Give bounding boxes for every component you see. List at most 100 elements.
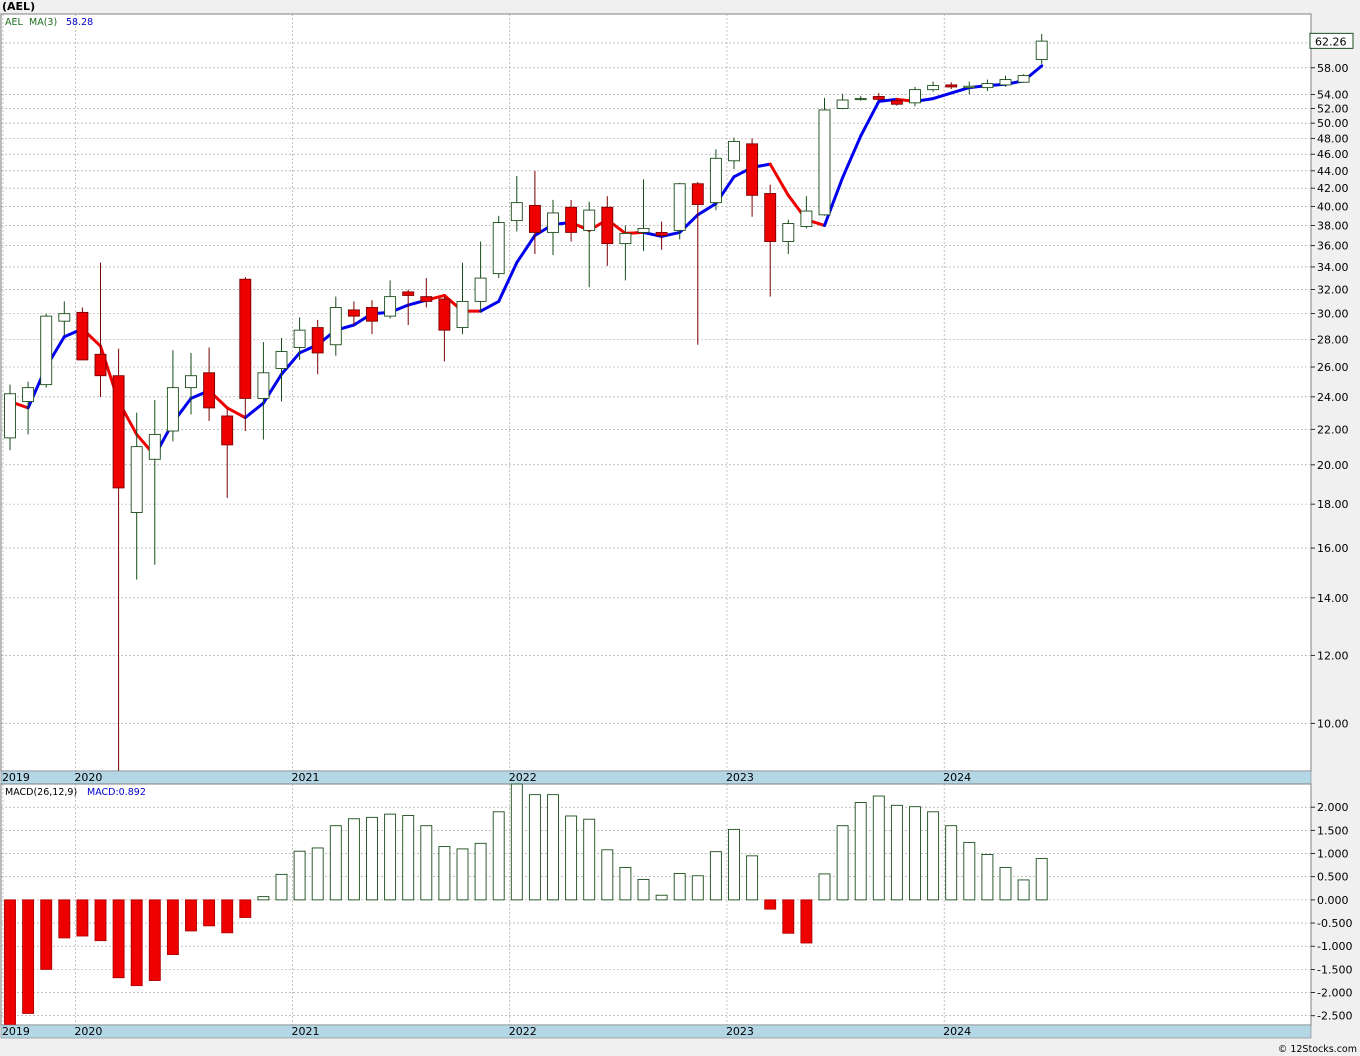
candle-body <box>492 222 505 275</box>
macd-bar <box>601 849 614 901</box>
price-tick-label: 22.00 <box>1317 423 1349 436</box>
candle-body <box>872 96 885 100</box>
candle-body <box>166 387 179 432</box>
macd-bar <box>872 795 885 901</box>
macd-bar <box>890 804 903 901</box>
candle-body <box>94 353 107 377</box>
price-tick-label: 38.00 <box>1317 219 1349 232</box>
macd-bar <box>528 794 541 901</box>
price-tick-label: 44.00 <box>1317 165 1349 178</box>
candle-body <box>583 209 596 231</box>
macd-bar <box>963 841 976 901</box>
candle-body <box>456 300 469 329</box>
candle-body <box>22 387 35 402</box>
macd-x-tick-label: 2020 <box>74 1025 102 1038</box>
macd-bar <box>293 850 306 901</box>
candle-body <box>58 313 71 322</box>
macd-bar <box>728 828 740 901</box>
price-tick-label: 40.00 <box>1317 200 1349 213</box>
price-x-tick-label: 2019 <box>2 771 30 784</box>
macd-bar <box>130 899 143 987</box>
macd-bar <box>329 825 342 901</box>
macd-bar <box>474 842 487 901</box>
price-tick-label: 58.00 <box>1317 62 1349 75</box>
macd-bar <box>565 815 578 901</box>
price-tick-label: 18.00 <box>1317 498 1349 511</box>
candle-body <box>836 99 849 109</box>
last-price-tag: 62.26 <box>1309 32 1354 49</box>
candle <box>1017 74 1030 83</box>
candle-body <box>890 100 903 105</box>
price-y-axis: 10.00 12.00 14.00 16.00 18.00 20.00 22.00 24.00… <box>1311 37 1349 730</box>
candle-body <box>148 433 161 460</box>
candle-body <box>764 193 777 242</box>
macd-bar <box>402 815 415 901</box>
candle-body <box>854 98 867 101</box>
chart-title: (AEL) <box>2 0 35 13</box>
candle-body <box>637 227 650 233</box>
candle-body <box>510 202 523 222</box>
candle-body <box>565 206 578 233</box>
candle-body <box>402 291 415 296</box>
candle-body <box>673 183 686 231</box>
candle-body <box>963 85 976 89</box>
macd-bar <box>492 811 505 901</box>
candle-body <box>293 329 306 348</box>
last-price-label: 62.26 <box>1315 35 1347 48</box>
candle-body <box>40 315 53 386</box>
macd-bar <box>673 872 686 901</box>
candle-body <box>927 85 940 91</box>
macd-bar <box>945 825 958 901</box>
macd-bar <box>583 818 596 901</box>
macd-x-axis-band <box>0 1024 1312 1039</box>
candle-body <box>619 232 632 245</box>
macd-bar <box>112 899 125 979</box>
macd-tick-label: 0.500 <box>1317 871 1349 884</box>
candle-body <box>818 109 831 216</box>
legend-ma-value: 58.28 <box>66 17 93 28</box>
candle-body <box>384 296 397 317</box>
macd-bar <box>366 816 378 901</box>
candle <box>492 215 505 279</box>
macd-bar <box>4 899 16 1026</box>
candle <box>818 97 831 216</box>
price-x-tick-label: 2024 <box>943 771 971 784</box>
price-tick-label: 14.00 <box>1317 592 1349 605</box>
macd-bar <box>185 899 197 932</box>
footer-credit: © 12Stocks.com <box>1278 1044 1357 1055</box>
macd-bar <box>691 875 704 901</box>
candle-body <box>221 415 234 446</box>
macd-bar <box>347 818 360 901</box>
macd-legend-value: MACD:0.892 <box>87 787 146 798</box>
macd-bar <box>58 899 71 939</box>
price-x-tick-label: 2022 <box>509 771 537 784</box>
macd-bar <box>311 847 324 901</box>
candle-body <box>130 446 143 513</box>
candle-body <box>655 231 668 236</box>
macd-panel <box>0 783 1312 1026</box>
candle-body <box>112 375 125 489</box>
macd-bar <box>76 899 89 937</box>
candle-body <box>728 141 740 162</box>
macd-x-tick-label: 2019 <box>2 1025 30 1038</box>
price-tick-label: 10.00 <box>1317 717 1349 730</box>
price-tick-label: 34.00 <box>1317 261 1349 274</box>
macd-bar <box>510 783 523 901</box>
candle <box>709 149 722 211</box>
macd-tick-label: 0.000 <box>1317 894 1349 907</box>
macd-bar <box>981 853 994 901</box>
candle-body <box>981 83 994 89</box>
macd-bar <box>1035 858 1048 901</box>
price-tick-label: 54.00 <box>1317 88 1349 101</box>
price-tick-label: 36.00 <box>1317 240 1349 253</box>
candle-body <box>999 79 1012 86</box>
candle-body <box>438 298 451 331</box>
macd-legend-label: MACD(26,12,9) <box>5 787 77 798</box>
price-tick-label: 24.00 <box>1317 391 1349 404</box>
candle-body <box>329 307 342 346</box>
macd-tick-label: -2.000 <box>1317 987 1352 1000</box>
candle-body <box>945 84 958 88</box>
candle-body <box>782 223 795 242</box>
price-tick-label: 32.00 <box>1317 284 1349 297</box>
macd-y-axis: -2.500 -2.000 -1.500 -1.000 -0.500 0.000 0.500… <box>1311 801 1352 1023</box>
